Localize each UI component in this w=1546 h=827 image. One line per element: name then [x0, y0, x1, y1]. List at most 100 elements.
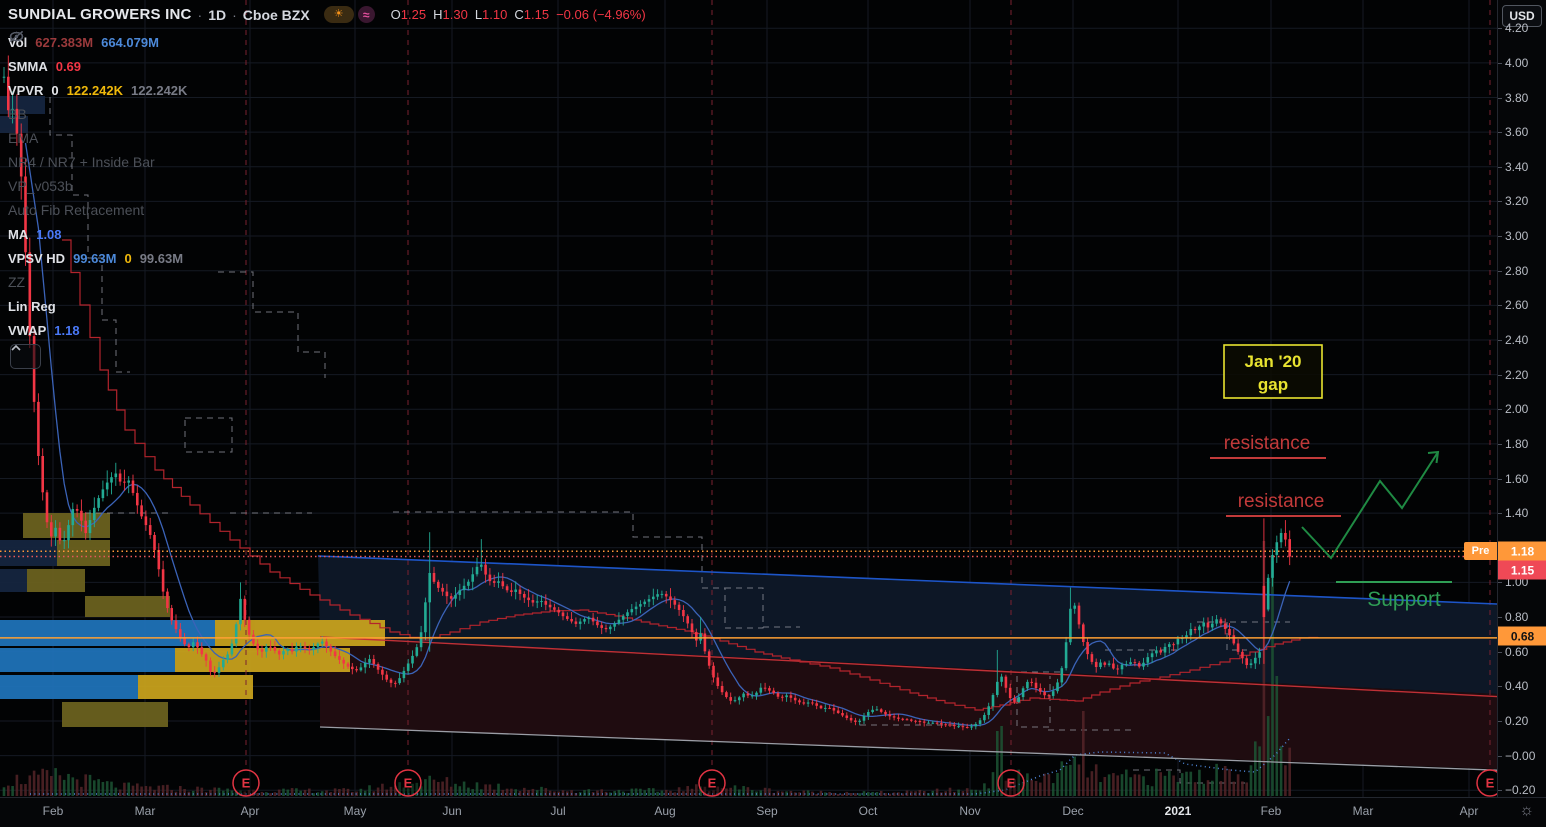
time-tick-feb: Feb: [1260, 804, 1282, 818]
legend-collapse-button[interactable]: [10, 344, 41, 369]
time-tick-feb: Feb: [42, 804, 64, 818]
price-tick-mark: [1498, 97, 1502, 99]
time-tick-nov: Nov: [959, 804, 981, 818]
time-tick-jul: Jul: [550, 804, 566, 818]
svg-text:E: E: [242, 776, 251, 791]
ohlc-readout: O1.25 H1.30 L1.10 C1.15 −0.06 (−4.96%): [391, 7, 646, 22]
legend-label: VPVR: [8, 82, 44, 98]
price-tick-mark: [1498, 270, 1502, 272]
exchange-label[interactable]: Cboe BZX: [243, 7, 310, 23]
price-tick-mark: [1498, 339, 1502, 341]
price-tick-mark: [1498, 478, 1502, 480]
price-tick-mark: [1498, 686, 1502, 688]
legend-row-ma[interactable]: MA 1.08: [8, 222, 187, 246]
trading-chart-app: E E E E E Jan '20 gap resistance resistance Suppo…: [0, 0, 1546, 827]
legend-value: 99.63M: [139, 250, 184, 266]
legend-value: 627.383M: [35, 34, 94, 50]
price-tick-mark: [1498, 236, 1502, 238]
axis-settings-icon[interactable]: ☼: [1519, 802, 1534, 820]
legend-label: Auto Fib Retracement: [8, 202, 145, 218]
legend-row-smma[interactable]: SMMA 0.69: [8, 54, 187, 78]
status-badges: ☀ ≈: [323, 6, 375, 23]
time-tick-mar: Mar: [134, 804, 156, 818]
ohlc-c: C1.15: [514, 7, 550, 22]
price-tick-label: 4.00: [1505, 55, 1529, 70]
time-tick-jun: Jun: [442, 804, 462, 818]
price-tag-0.68: 0.68: [1498, 626, 1546, 646]
legend-row-vpsv-hd[interactable]: VPSV HD 99.63M 0 99.63M: [8, 246, 187, 270]
price-tick-mark: [1498, 374, 1502, 376]
price-tick-label: 0.80: [1505, 610, 1529, 625]
price-tick-mark: [1498, 651, 1502, 653]
price-tick-label: 1.60: [1505, 471, 1529, 486]
legend-row-bb[interactable]: BB: [8, 31, 187, 126]
legend-row-lin-reg[interactable]: Lin Reg: [8, 294, 187, 318]
price-tick-label: 2.00: [1505, 402, 1529, 417]
time-axis[interactable]: ☼ Feb Mar Apr May Jun Jul Aug Sep Oct Nov Dec 2021 F…: [0, 797, 1546, 827]
price-chart-canvas[interactable]: E E E E EJan '20 gapresistanceresistanceSuppo…: [0, 0, 1546, 826]
price-tick-label: 3.60: [1505, 125, 1529, 140]
price-tag-1.18: 1.18: [1498, 541, 1546, 561]
time-tick-2021: 2021: [1164, 804, 1192, 818]
price-tick-mark: [1498, 62, 1502, 64]
price-tick-label: 3.20: [1505, 194, 1529, 209]
legend-row-vol[interactable]: Vol 627.383M 664.079M: [8, 30, 187, 54]
price-tick-label: 2.80: [1505, 263, 1529, 278]
price-tick-label: −0.20: [1505, 783, 1536, 798]
resistance-label-1: resistance: [1224, 433, 1311, 454]
price-tick-mark: [1498, 755, 1502, 757]
premarket-price-tag: Pre: [1464, 542, 1497, 560]
legend-row-zz[interactable]: ZZ: [8, 31, 187, 294]
price-tick-mark: [1498, 720, 1502, 722]
price-tick-label: 0.20: [1505, 713, 1529, 728]
legend-value: 0.69: [55, 58, 82, 74]
symbol-header: SUNDIAL GROWERS INC · 1D · Cboe BZX ☀ ≈ O…: [8, 6, 646, 23]
approx-data-badge: ≈: [357, 6, 375, 23]
price-tick-label: 0.60: [1505, 644, 1529, 659]
legend-row-auto-fib[interactable]: Auto Fib Retracement: [8, 31, 187, 222]
legend-row-vp-v053b[interactable]: VP_v053b: [8, 31, 187, 198]
price-tick-mark: [1498, 617, 1502, 619]
svg-text:E: E: [1486, 776, 1495, 791]
price-tick-label: 3.80: [1505, 90, 1529, 105]
legend-label: Lin Reg: [8, 298, 56, 314]
price-tick-mark: [1498, 443, 1502, 445]
legend-label: ZZ: [8, 274, 26, 290]
legend-label: SMMA: [8, 58, 48, 74]
price-tick-mark: [1498, 132, 1502, 134]
price-tick-mark: [1498, 201, 1502, 203]
price-tick-mark: [1498, 582, 1502, 584]
annotations[interactable]: Jan '20 gapresistanceresistanceSupport: [1210, 344, 1452, 611]
interval-label[interactable]: 1D: [208, 7, 226, 23]
legend-label: MA: [8, 226, 29, 242]
resistance-label-2: resistance: [1238, 491, 1325, 512]
legend-row-ema[interactable]: EMA: [8, 31, 187, 150]
price-tick-label: 2.40: [1505, 332, 1529, 347]
change-readout: −0.06 (−4.96%): [556, 7, 646, 22]
price-tick-mark: [1498, 166, 1502, 168]
time-tick-sep: Sep: [756, 804, 778, 818]
ohlc-o: O1.25: [390, 7, 427, 22]
legend-value: 0: [124, 250, 132, 266]
legend-value: 122.242K: [131, 82, 188, 98]
time-tick-aug: Aug: [654, 804, 676, 818]
price-tick-label: −0.00: [1505, 748, 1536, 763]
symbol-name[interactable]: SUNDIAL GROWERS INC: [8, 6, 192, 23]
separator: ·: [197, 6, 203, 23]
legend-row-nr4-nr7[interactable]: NR4 / NR7 + Inside Bar: [8, 31, 187, 174]
legend-label: NR4 / NR7 + Inside Bar: [8, 154, 155, 170]
price-tick-label: 2.60: [1505, 298, 1529, 313]
price-tick-mark: [1498, 409, 1502, 411]
legend-label: BB: [8, 106, 27, 122]
price-tag-1.15: 1.15: [1498, 560, 1546, 580]
svg-text:E: E: [1007, 776, 1016, 791]
legend-label: VPSV HD: [8, 250, 66, 266]
support-label: Support: [1367, 588, 1441, 611]
legend-row-vpvr[interactable]: VPVR 0 122.242K 122.242K: [8, 78, 187, 102]
price-tick-mark: [1498, 790, 1502, 792]
price-tick-label: 1.80: [1505, 436, 1529, 451]
price-tick-mark: [1498, 305, 1502, 307]
time-tick-apr: Apr: [1459, 804, 1479, 818]
legend-row-vwap[interactable]: VWAP 1.18: [8, 318, 187, 342]
price-axis[interactable]: USD 4.20 4.00 3.80 3.60 3.40 3.20 3.00 2.80 2.60…: [1497, 0, 1546, 797]
